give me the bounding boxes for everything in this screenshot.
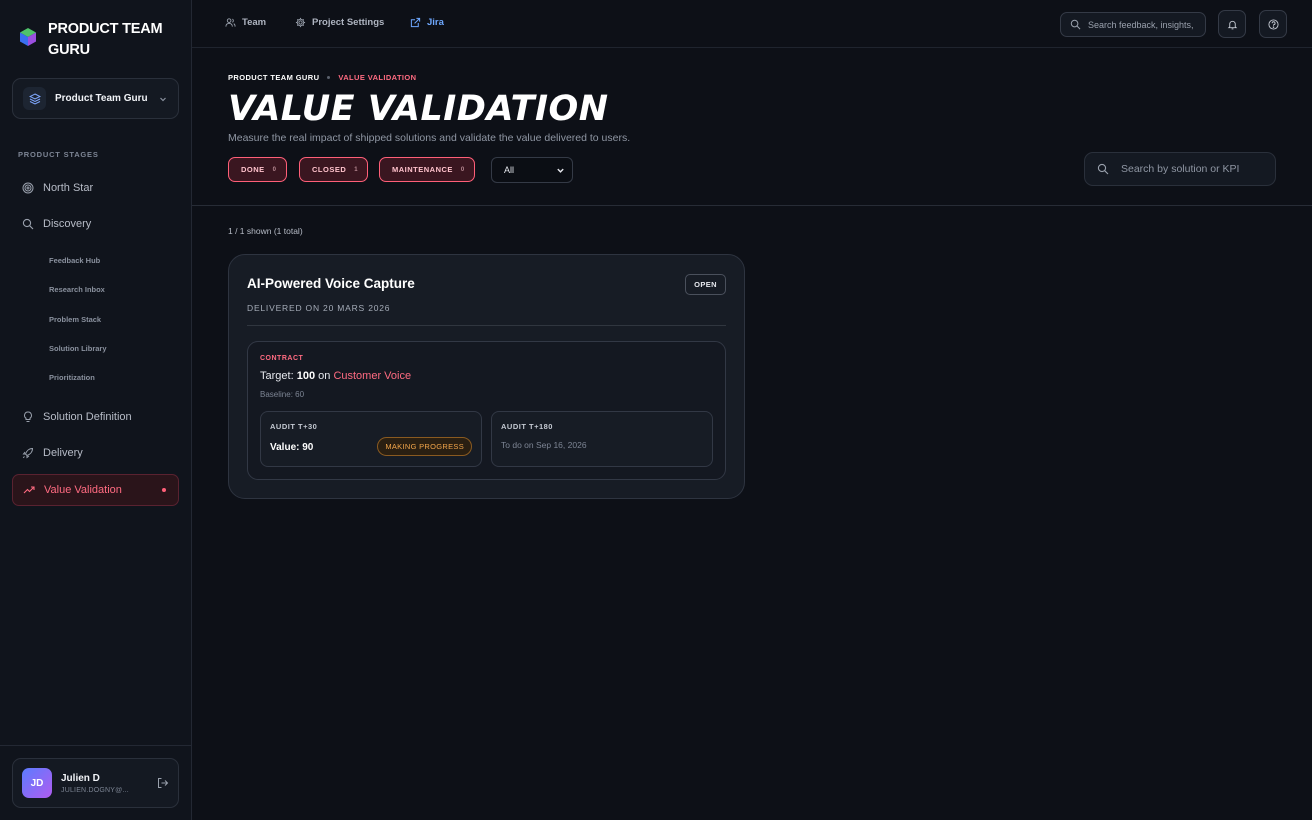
trending-up-icon [23,486,35,494]
baseline: Baseline: 60 [260,390,305,399]
sidebar-item-label: Delivery [43,447,83,459]
status-select[interactable]: All [491,157,573,183]
user-name: Julien D [61,772,100,784]
header-divider [192,205,1312,206]
breadcrumb-root[interactable]: PRODUCT TEAM GURU [228,73,319,82]
filter-chip-count: 1 [354,166,359,173]
audit-label: AUDIT T+30 [270,422,318,431]
team-link[interactable]: Team [225,17,266,28]
target-value: 100 [296,370,316,382]
active-indicator [162,488,166,492]
solution-kpi-search-input[interactable]: Search by solution or KPI [1084,152,1276,186]
solution-card[interactable]: AI-Powered Voice Capture OPEN DELIVERED … [228,254,745,499]
filter-chip-label: DONE [241,165,265,174]
search-icon [1070,19,1081,30]
sidebar-item-label: Discovery [43,218,92,230]
layers-icon [23,87,46,110]
sidebar-item-value-validation[interactable]: Value Validation [12,474,179,506]
team-link-label: Team [242,17,267,28]
search-icon [1097,163,1109,175]
target-kpi: Customer Voice [333,370,412,382]
sidebar-subitem-research-inbox[interactable]: Research Inbox [49,285,105,294]
sidebar-subitem-problem-stack[interactable]: Problem Stack [49,315,101,324]
solution-title: AI-Powered Voice Capture [247,276,415,291]
filter-chip-count: 0 [460,166,465,173]
sidebar-item-discovery[interactable]: Discovery [12,209,179,239]
brand-name: PRODUCT TEAM GURU [48,21,163,58]
notifications-button[interactable] [1218,10,1246,38]
logout-icon[interactable] [157,777,169,789]
help-circle-icon [1267,18,1279,30]
search-icon [22,218,34,230]
contract-label: CONTRACT [260,355,304,362]
global-search-placeholder: Search feedback, insights, [1088,19,1194,30]
status-badge: OPEN [685,274,726,295]
avatar: JD [22,768,52,798]
filter-chip-done[interactable]: DONE 0 [228,157,287,182]
jira-link[interactable]: Jira [410,17,444,28]
sidebar-item-label: Value Validation [44,484,122,496]
sidebar-subitem-prioritization[interactable]: Prioritization [49,373,95,382]
rocket-icon [22,447,34,459]
top-bar: Team Project Settings Jira Search feedba… [192,0,1312,48]
help-button[interactable] [1259,10,1287,38]
audit-t180[interactable]: AUDIT T+180 To do on Sep 16, 2026 [491,411,713,467]
filter-chip-closed[interactable]: CLOSED 1 [299,157,369,182]
brand[interactable]: PRODUCT TEAM GURU [18,19,168,61]
audit-label: AUDIT T+180 [501,422,553,431]
audit-todo: To do on Sep 16, 2026 [501,440,587,450]
sidebar-subitem-solution-library[interactable]: Solution Library [49,344,107,353]
filter-chip-label: MAINTENANCE [392,165,453,174]
target-prefix: Target: [260,370,294,382]
workspace-name: Product Team Guru [55,93,148,104]
contract-target: Target: 100 on Customer Voice [260,370,411,382]
status-select-value: All [504,165,515,175]
target-on: on [318,370,331,382]
filter-chip-maintenance[interactable]: MAINTENANCE 0 [379,157,475,182]
audit-value: Value: 90 [270,442,314,453]
page-subtitle: Measure the real impact of shipped solut… [228,132,631,144]
audit-t30[interactable]: AUDIT T+30 Value: 90 MAKING PROGRESS [260,411,482,467]
filter-chip-count: 0 [272,166,277,173]
lightbulb-icon [24,411,32,422]
global-search-input[interactable]: Search feedback, insights, [1060,12,1206,37]
breadcrumb-separator [327,76,331,79]
jira-link-label: Jira [427,17,444,28]
user-email: JULIEN.DOGNY@... [61,786,129,794]
project-settings-label: Project Settings [312,17,385,28]
gear-icon [295,17,306,28]
sidebar: PRODUCT TEAM GURU Product Team Guru PROD… [0,0,192,820]
target-icon [22,182,34,194]
audit-status-badge: MAKING PROGRESS [377,437,472,456]
sidebar-item-label: North Star [43,182,94,194]
stages-section-label: PRODUCT STAGES [18,150,99,159]
card-divider [247,325,726,326]
sidebar-item-north-star[interactable]: North Star [12,173,179,203]
contract-panel: CONTRACT Target: 100 on Customer Voice B… [247,341,726,480]
user-card[interactable]: JD Julien D JULIEN.DOGNY@... [12,758,179,808]
workspace-switcher[interactable]: Product Team Guru [12,78,179,119]
external-link-icon [410,17,421,28]
project-settings-link[interactable]: Project Settings [295,17,384,28]
bell-icon [1227,20,1237,29]
users-icon [225,18,236,27]
sidebar-subitem-feedback-hub[interactable]: Feedback Hub [49,256,100,265]
breadcrumb: PRODUCT TEAM GURU VALUE VALIDATION [228,73,416,82]
sidebar-item-label: Solution Definition [43,411,132,423]
filter-chip-label: CLOSED [312,165,347,174]
solution-kpi-search-placeholder: Search by solution or KPI [1121,163,1240,175]
sidebar-item-solution-definition[interactable]: Solution Definition [12,402,179,432]
sidebar-item-delivery[interactable]: Delivery [12,438,179,468]
page-title: VALUE VALIDATION [228,89,609,129]
chevron-down-icon [557,168,564,173]
sidebar-divider [0,745,191,746]
breadcrumb-current: VALUE VALIDATION [338,73,417,82]
cube-logo-icon [20,28,36,46]
delivered-date: DELIVERED ON 20 MARS 2026 [247,303,391,313]
chevron-down-icon [160,97,166,101]
results-count: 1 / 1 shown (1 total) [228,226,303,236]
